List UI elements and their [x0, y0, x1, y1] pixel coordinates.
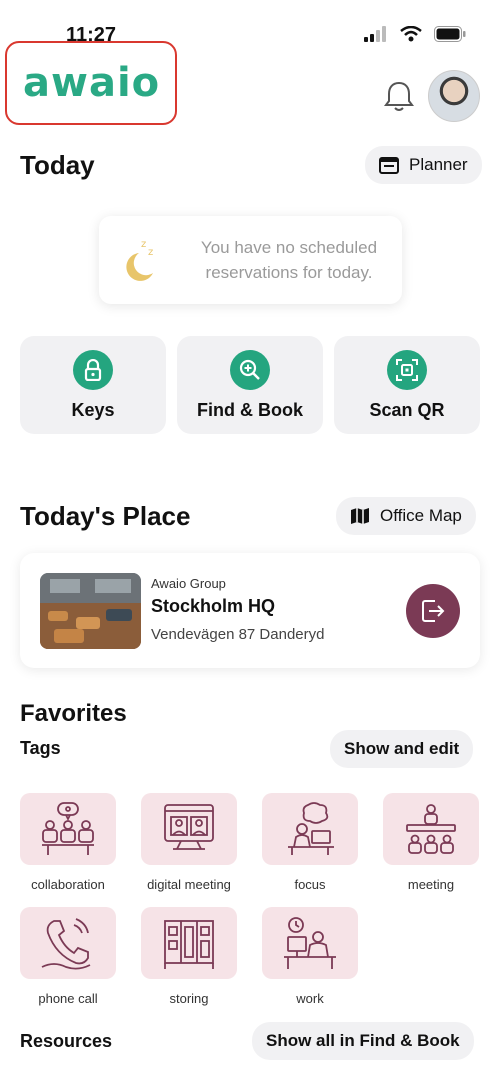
bell-icon[interactable]	[381, 78, 417, 114]
calendar-icon	[379, 157, 399, 174]
tag-label: phone call	[38, 991, 98, 1006]
signal-icon	[364, 26, 386, 42]
find-book-label: Find & Book	[197, 399, 303, 420]
exit-icon	[422, 600, 445, 622]
tag-digital-meeting[interactable]: digital meeting	[129, 793, 249, 892]
tag-label: collaboration	[31, 877, 105, 892]
tag-phone-call[interactable]: phone call	[8, 907, 128, 1006]
moon-sleep-icon: z z	[126, 239, 153, 281]
tag-work[interactable]: work	[250, 907, 370, 1006]
tag-collaboration[interactable]: collaboration	[8, 793, 128, 892]
wifi-icon	[400, 26, 422, 42]
office-map-button[interactable]: Office Map	[336, 497, 476, 535]
lock-icon	[73, 349, 113, 390]
show-all-find-book-button[interactable]: Show all in Find & Book	[252, 1022, 474, 1060]
focus-icon	[262, 793, 358, 865]
tag-meeting[interactable]: meeting	[371, 793, 491, 892]
work-icon	[262, 907, 358, 979]
svg-text:z: z	[148, 247, 153, 258]
tag-focus[interactable]: focus	[250, 793, 370, 892]
place-card[interactable]: Awaio Group Stockholm HQ Vendevägen 87 D…	[20, 553, 480, 668]
keys-label: Keys	[71, 399, 115, 420]
place-company: Awaio Group	[151, 576, 226, 591]
tag-label: work	[296, 991, 324, 1006]
zoom-search-icon	[230, 349, 270, 390]
favorites-title: Favorites	[20, 700, 127, 727]
planner-button[interactable]: Planner	[365, 146, 482, 184]
battery-icon	[434, 26, 466, 42]
keys-card[interactable]: Keys	[20, 336, 166, 434]
status-icons	[364, 26, 466, 42]
brand-logo[interactable]: awaio	[5, 41, 177, 125]
logo-text: awaio	[23, 60, 161, 106]
tag-label: digital meeting	[147, 877, 231, 892]
place-name: Stockholm HQ	[151, 596, 276, 616]
tag-label: meeting	[407, 877, 455, 892]
storing-icon	[141, 907, 237, 979]
todays-place-title: Today's Place	[20, 501, 191, 531]
meeting-icon	[383, 793, 479, 865]
tag-storing[interactable]: storing	[129, 907, 249, 1006]
svg-text:z: z	[141, 239, 146, 250]
office-map-label: Office Map	[380, 506, 462, 525]
tags-title: Tags	[20, 738, 61, 758]
collaboration-icon	[20, 793, 116, 865]
check-out-button[interactable]	[406, 584, 460, 638]
scan-qr-label: Scan QR	[369, 399, 445, 420]
show-all-label: Show all in Find & Book	[266, 1031, 460, 1050]
digital-meeting-icon	[141, 793, 237, 865]
map-icon	[351, 508, 369, 524]
no-reservations-text: You have no scheduled reservations for t…	[200, 238, 378, 282]
office-photo	[40, 573, 141, 649]
avatar[interactable]	[428, 70, 480, 122]
find-book-card[interactable]: Find & Book	[177, 336, 323, 434]
planner-label: Planner	[409, 155, 468, 174]
today-title: Today	[20, 150, 95, 180]
place-address: Vendevägen 87 Danderyd	[151, 626, 325, 643]
resources-title: Resources	[20, 1031, 113, 1051]
no-reservations-card: z z You have no scheduled reservations f…	[99, 216, 402, 304]
tag-label: storing	[169, 991, 209, 1006]
show-and-edit-label: Show and edit	[344, 739, 460, 758]
tag-label: focus	[294, 877, 326, 892]
show-and-edit-button[interactable]: Show and edit	[330, 730, 474, 768]
phone-call-icon	[20, 907, 116, 979]
scan-qr-card[interactable]: Scan QR	[334, 336, 480, 434]
qr-scan-icon	[387, 349, 427, 390]
